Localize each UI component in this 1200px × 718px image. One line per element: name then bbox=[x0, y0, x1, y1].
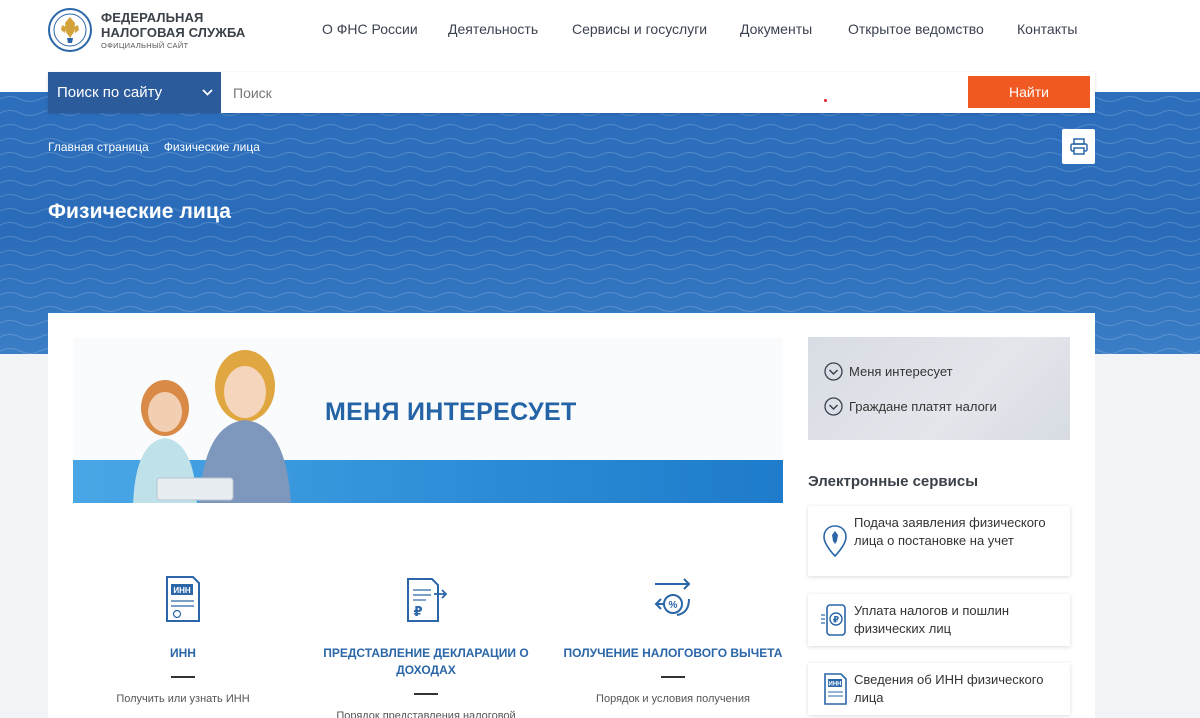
feature-divider bbox=[414, 693, 438, 695]
nav-item-documents[interactable]: Документы bbox=[740, 21, 812, 37]
payment-phone-icon: ₽ bbox=[821, 604, 846, 636]
family-illustration bbox=[133, 350, 291, 503]
feature-divider bbox=[661, 676, 685, 678]
e-services-heading: Электронные сервисы bbox=[808, 473, 979, 490]
service-inn-info[interactable]: ИНН Сведения об ИНН физического лица bbox=[808, 663, 1070, 715]
feature-declaration-title: ПРЕДСТАВЛЕНИЕ ДЕКЛАРАЦИИ О ДОХОДАХ bbox=[323, 646, 529, 677]
feature-inn-desc: Получить или узнать ИНН bbox=[116, 693, 250, 705]
feature-tax-deduction[interactable]: % ПОЛУЧЕНИЕ НАЛОГОВОГО ВЫЧЕТА Порядок и … bbox=[553, 575, 793, 706]
search-input[interactable] bbox=[221, 72, 961, 113]
feature-inn[interactable]: ИНН ИНН Получить или узнать ИНН bbox=[63, 575, 303, 706]
inn-document-icon: ИНН bbox=[166, 576, 200, 622]
banner-heading: МЕНЯ ИНТЕРЕСУЕТ bbox=[325, 398, 577, 426]
feature-inn-title: ИНН bbox=[170, 646, 196, 660]
search-button[interactable]: Найти bbox=[968, 76, 1090, 108]
interest-item-my-interests[interactable]: Меня интересует bbox=[824, 362, 953, 381]
svg-text:ИНН: ИНН bbox=[173, 586, 191, 595]
printer-icon bbox=[1069, 138, 1088, 155]
print-button[interactable] bbox=[1062, 129, 1095, 164]
nav-item-about[interactable]: О ФНС России bbox=[322, 21, 418, 37]
feature-divider bbox=[171, 676, 195, 678]
interest-item-citizens-pay-taxes[interactable]: Граждане платят налоги bbox=[824, 397, 997, 416]
declaration-document-icon: ₽ bbox=[407, 578, 448, 622]
main-nav: О ФНС России Деятельность Сервисы и госу… bbox=[0, 21, 1200, 41]
svg-text:%: % bbox=[669, 600, 678, 611]
service-tax-payment-label: Уплата налогов и пошлин физических лиц bbox=[854, 603, 1010, 636]
service-inn-info-label: Сведения об ИНН физического лица bbox=[854, 672, 1044, 705]
feature-tax-deduction-desc: Порядок и условия получения bbox=[596, 693, 750, 705]
chevron-down-icon bbox=[202, 89, 213, 96]
feature-declaration[interactable]: ₽ ПРЕДСТАВЛЕНИЕ ДЕКЛАРАЦИИ О ДОХОДАХ Пор… bbox=[306, 575, 546, 718]
inn-document-icon: ИНН bbox=[824, 673, 847, 705]
service-tax-payment[interactable]: ₽ Уплата налогов и пошлин физических лиц bbox=[808, 594, 1070, 646]
svg-text:ИНН: ИНН bbox=[829, 682, 842, 688]
nav-item-open-agency[interactable]: Открытое ведомство bbox=[848, 21, 984, 37]
chevron-circle-down-icon bbox=[824, 397, 843, 416]
content-card: МЕНЯ ИНТЕРЕСУЕТ ИНН ИНН Получить или узн… bbox=[48, 313, 1095, 718]
breadcrumb: Главная страница Физические лица bbox=[48, 140, 260, 154]
feature-declaration-desc: Порядок представления налоговой bbox=[336, 710, 516, 718]
tax-deduction-icon: % bbox=[654, 578, 691, 616]
nav-item-activity[interactable]: Деятельность bbox=[448, 21, 538, 37]
cursor-dot bbox=[824, 99, 827, 102]
interest-item-label: Меня интересует bbox=[849, 364, 953, 379]
registration-pin-icon bbox=[823, 525, 847, 558]
nav-item-services[interactable]: Сервисы и госуслуги bbox=[572, 21, 707, 37]
interest-item-label: Граждане платят налоги bbox=[849, 399, 997, 414]
search-bar: Поиск по сайту Найти bbox=[48, 72, 1095, 113]
feature-tax-deduction-title: ПОЛУЧЕНИЕ НАЛОГОВОГО ВЫЧЕТА bbox=[563, 646, 783, 660]
service-registration-label: Подача заявления физического лица о пост… bbox=[854, 515, 1046, 548]
chevron-circle-down-icon bbox=[824, 362, 843, 381]
service-registration[interactable]: Подача заявления физического лица о пост… bbox=[808, 506, 1070, 576]
page-title: Физические лица bbox=[48, 200, 231, 223]
svg-text:₽: ₽ bbox=[413, 605, 422, 620]
interest-panel: Меня интересует Граждане платят налоги bbox=[808, 337, 1070, 440]
breadcrumb-individuals[interactable]: Физические лица bbox=[164, 140, 260, 154]
svg-text:₽: ₽ bbox=[833, 616, 839, 626]
nav-item-contacts[interactable]: Контакты bbox=[1017, 21, 1077, 37]
search-scope-label: Поиск по сайту bbox=[57, 84, 163, 101]
search-scope-dropdown[interactable]: Поиск по сайту bbox=[48, 72, 221, 113]
interest-banner[interactable]: МЕНЯ ИНТЕРЕСУЕТ bbox=[73, 338, 783, 503]
breadcrumb-home[interactable]: Главная страница bbox=[48, 140, 149, 154]
logo-subtitle: ОФИЦИАЛЬНЫЙ САЙТ bbox=[101, 40, 189, 50]
